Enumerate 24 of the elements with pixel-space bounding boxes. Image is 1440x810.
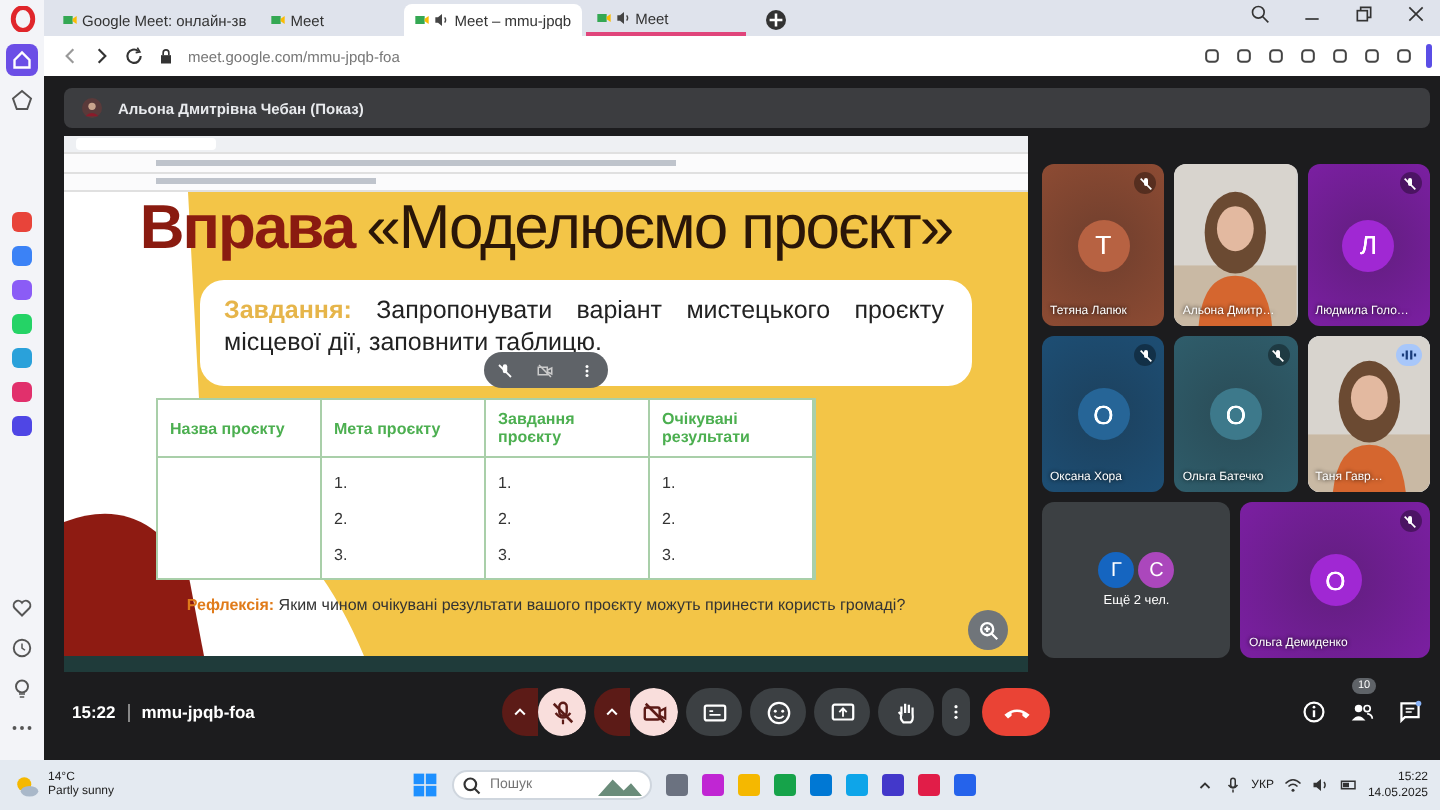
table-cell: 3. [662,545,676,563]
avatar-initial: О [1209,388,1262,440]
slide-title: «Моделюємо проєкт» [366,192,953,264]
table-cell: 1. [334,473,348,491]
avatar-initial: Г [1098,552,1135,588]
table-cell: 2. [662,509,676,527]
table-cell: 1. [662,473,676,491]
column-header: Завдання проєкту [486,400,650,458]
task-text: Завдання: Запропонувати варіант мистецького проєкту місцевої дії, заповнити таблицю. [224,294,944,358]
table-cell: 1. [498,473,512,491]
column-header: Очікувані результати [650,400,814,458]
avatar-initial: С [1138,552,1175,588]
table-cell: 2. [334,509,348,527]
clock-time: 15:22 [72,702,116,722]
avatar-initial: Т [1077,219,1130,271]
column-header: Назва проєкту [158,400,322,458]
avatar-initial: О [1309,554,1362,606]
avatar-initial: О [1077,388,1130,440]
meeting-code: mmu-jpqb-foa [141,702,255,722]
column-header: Мета проєкту [322,400,486,458]
table-cell: 3. [334,545,348,563]
avatar-initial: Л [1342,219,1395,271]
table-cell: 2. [498,509,512,527]
table-cell: 3. [498,545,512,563]
